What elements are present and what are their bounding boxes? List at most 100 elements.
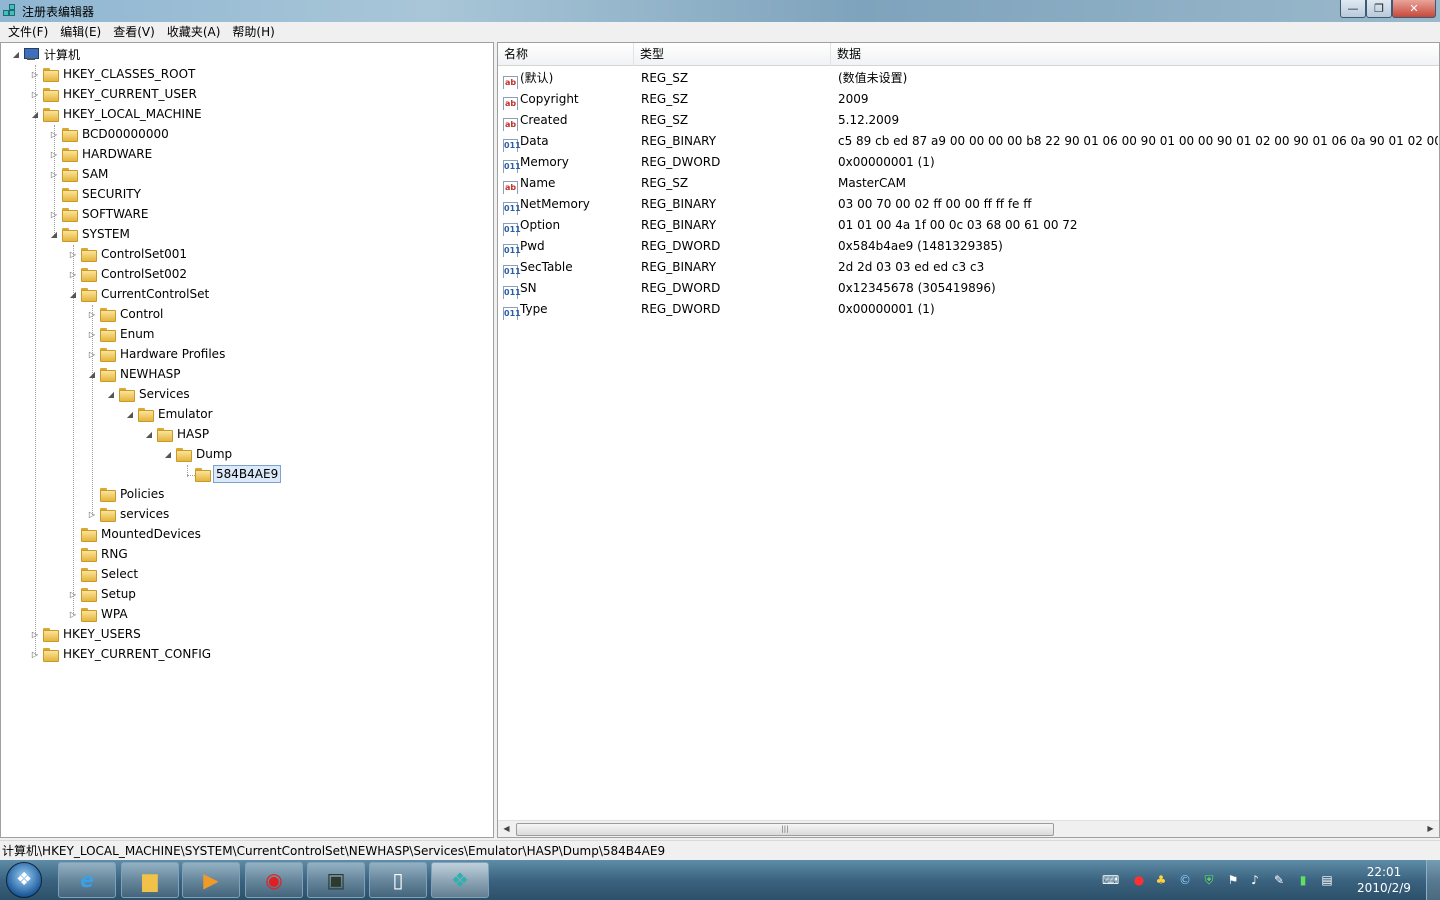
taskbar-ie-button[interactable]: e — [58, 862, 116, 898]
tree-item-mounteddevices[interactable]: MountedDevices — [68, 524, 203, 544]
collapse-triangle-icon[interactable]: ◢ — [87, 370, 97, 379]
collapse-triangle-icon[interactable]: ◢ — [125, 410, 135, 419]
value-row[interactable]: 011Type REG_DWORD 0x00000001 (1) — [498, 299, 1439, 320]
tree-item-hasp[interactable]: ◢ HASP — [144, 424, 211, 444]
expand-triangle-icon[interactable]: ▷ — [68, 250, 78, 259]
tree-item-hardware-profiles[interactable]: ▷ Hardware Profiles — [87, 344, 227, 364]
tree-item-dump[interactable]: ◢ Dump — [163, 444, 234, 464]
collapse-triangle-icon[interactable]: ◢ — [11, 50, 21, 59]
expand-triangle-icon[interactable]: ▷ — [49, 210, 59, 219]
column-header-type[interactable]: 类型 — [634, 43, 831, 66]
tree-item-hkcr[interactable]: ▷ HKEY_CLASSES_ROOT — [30, 64, 197, 84]
close-button[interactable]: ✕ — [1392, 0, 1436, 18]
scrollbar-thumb[interactable]: ||| — [516, 823, 1054, 836]
tree-item-controlset002[interactable]: ▷ ControlSet002 — [68, 264, 189, 284]
tree-item-hkcc[interactable]: ▷ HKEY_CURRENT_CONFIG — [30, 644, 213, 664]
qq-tray-icon[interactable]: ● — [1132, 873, 1146, 887]
tree-item-emulator[interactable]: ◢ Emulator — [125, 404, 215, 424]
tree-item-hkcu[interactable]: ▷ HKEY_CURRENT_USER — [30, 84, 199, 104]
menu-view[interactable]: 查看(V) — [107, 23, 161, 40]
value-row[interactable]: 011Option REG_BINARY 01 01 00 4a 1f 00 0c … — [498, 215, 1439, 236]
taskbar-regedit-button[interactable]: ❖ — [431, 862, 489, 898]
expand-triangle-icon[interactable]: ▷ — [30, 90, 40, 99]
tree-item-sam[interactable]: ▷ SAM — [49, 164, 110, 184]
expand-triangle-icon[interactable]: ▷ — [68, 590, 78, 599]
value-row[interactable]: ab Copyright REG_SZ 2009 — [498, 89, 1439, 110]
pen-tray-icon[interactable]: ✎ — [1272, 873, 1286, 887]
value-row[interactable]: 011Data REG_BINARY c5 89 cb ed 87 a9 00 00… — [498, 131, 1439, 152]
battery-icon[interactable]: ▮ — [1296, 873, 1310, 887]
maximize-button[interactable]: ❐ — [1366, 0, 1392, 18]
collapse-triangle-icon[interactable]: ◢ — [144, 430, 154, 439]
value-row[interactable]: ab (默认) REG_SZ (数值未设置) — [498, 68, 1439, 89]
tree-item-policies[interactable]: Policies — [87, 484, 166, 504]
menu-favorites[interactable]: 收藏夹(A) — [161, 23, 227, 40]
expand-triangle-icon[interactable]: ▷ — [30, 630, 40, 639]
tree-item-hku[interactable]: ▷ HKEY_USERS — [30, 624, 143, 644]
menu-file[interactable]: 文件(F) — [2, 23, 54, 40]
collapse-triangle-icon[interactable]: ◢ — [106, 390, 116, 399]
expand-triangle-icon[interactable]: ▷ — [68, 610, 78, 619]
tree-item-setup[interactable]: ▷ Setup — [68, 584, 138, 604]
value-row[interactable]: 011SecTable REG_BINARY 2d 2d 03 03 ed ed c… — [498, 257, 1439, 278]
value-row[interactable]: 011Pwd REG_DWORD 0x584b4ae9 (1481329385) — [498, 236, 1439, 257]
tree-item-newhasp[interactable]: ◢ NEWHASP — [87, 364, 183, 384]
tree-item-currentcontrolset[interactable]: ◢ CurrentControlSet — [68, 284, 211, 304]
penguin-tray-icon[interactable]: ♣ — [1154, 873, 1168, 887]
tree-item-security[interactable]: SECURITY — [49, 184, 143, 204]
expand-triangle-icon[interactable]: ▷ — [87, 350, 97, 359]
value-row[interactable]: 011Memory REG_DWORD 0x00000001 (1) — [498, 152, 1439, 173]
c-tray-icon[interactable]: © — [1178, 873, 1192, 887]
expand-triangle-icon[interactable]: ▷ — [87, 330, 97, 339]
collapse-triangle-icon[interactable]: ◢ — [49, 230, 59, 239]
clock[interactable]: 22:01 2010/2/9 — [1354, 864, 1414, 896]
column-header-name[interactable]: 名称 — [498, 43, 634, 66]
taskbar-media-player-button[interactable]: ▶ — [182, 862, 240, 898]
values-list[interactable]: 名称 类型 数据 ab (默认) REG_SZ (数值未设置) ab Copyright R… — [497, 42, 1440, 838]
network-icon[interactable]: ▤ — [1320, 873, 1334, 887]
shield-icon[interactable]: ⛨ — [1202, 873, 1216, 887]
start-button[interactable] — [6, 862, 42, 898]
column-header-data[interactable]: 数据 — [831, 43, 1439, 66]
tree-item-wpa[interactable]: ▷ WPA — [68, 604, 130, 624]
expand-triangle-icon[interactable]: ▷ — [49, 170, 59, 179]
taskbar-notepad-button[interactable]: ▯ — [369, 862, 427, 898]
tree-item-bcd[interactable]: ▷ BCD00000000 — [49, 124, 171, 144]
tree-item-hardware[interactable]: ▷ HARDWARE — [49, 144, 154, 164]
taskbar-explorer-button[interactable]: ▆ — [121, 862, 179, 898]
value-row[interactable]: ab Created REG_SZ 5.12.2009 — [498, 110, 1439, 131]
expand-triangle-icon[interactable]: ▷ — [87, 510, 97, 519]
taskbar-qq-player-button[interactable]: ◉ — [245, 862, 303, 898]
horizontal-scrollbar[interactable]: ◀ ||| ▶ — [498, 820, 1439, 837]
tree-item-computer[interactable]: ◢ 计算机 — [11, 44, 82, 64]
value-row[interactable]: 011NetMemory REG_BINARY 03 00 70 00 02 ff … — [498, 194, 1439, 215]
expand-triangle-icon[interactable]: ▷ — [49, 130, 59, 139]
collapse-triangle-icon[interactable]: ◢ — [163, 450, 173, 459]
expand-triangle-icon[interactable]: ▷ — [68, 270, 78, 279]
tree-item-enum[interactable]: ▷ Enum — [87, 324, 156, 344]
tree-item-control[interactable]: ▷ Control — [87, 304, 165, 324]
menu-edit[interactable]: 编辑(E) — [54, 23, 107, 40]
expand-triangle-icon[interactable]: ▷ — [87, 310, 97, 319]
keyboard-icon[interactable]: ⌨ — [1102, 873, 1119, 887]
tree-item-controlset001[interactable]: ▷ ControlSet001 — [68, 244, 189, 264]
scroll-right-arrow-icon[interactable]: ▶ — [1422, 821, 1439, 837]
collapse-triangle-icon[interactable]: ◢ — [30, 110, 40, 119]
tree-item-rng[interactable]: RNG — [68, 544, 130, 564]
collapse-triangle-icon[interactable]: ◢ — [68, 290, 78, 299]
tree-item-system[interactable]: ◢ SYSTEM — [49, 224, 132, 244]
tree-item-hklm[interactable]: ◢ HKEY_LOCAL_MACHINE — [30, 104, 204, 124]
action-center-flag-icon[interactable]: ⚑ — [1226, 873, 1240, 887]
tree-item-584b4ae9[interactable]: 584B4AE9 — [182, 464, 282, 484]
volume-icon[interactable]: ♪ — [1248, 873, 1262, 887]
show-desktop-button[interactable] — [1426, 860, 1440, 900]
expand-triangle-icon[interactable]: ▷ — [30, 70, 40, 79]
menu-help[interactable]: 帮助(H) — [226, 23, 280, 40]
registry-tree[interactable]: ◢ 计算机 ▷ HKEY_CLASSES_ROOT ▷ HKEY_CURRENT… — [0, 42, 494, 838]
tree-item-software[interactable]: ▷ SOFTWARE — [49, 204, 150, 224]
value-row[interactable]: ab Name REG_SZ MasterCAM — [498, 173, 1439, 194]
tree-item-services[interactable]: ◢ Services — [106, 384, 192, 404]
value-row[interactable]: 011SN REG_DWORD 0x12345678 (305419896) — [498, 278, 1439, 299]
minimize-button[interactable]: — — [1340, 0, 1366, 18]
scroll-left-arrow-icon[interactable]: ◀ — [498, 821, 515, 837]
